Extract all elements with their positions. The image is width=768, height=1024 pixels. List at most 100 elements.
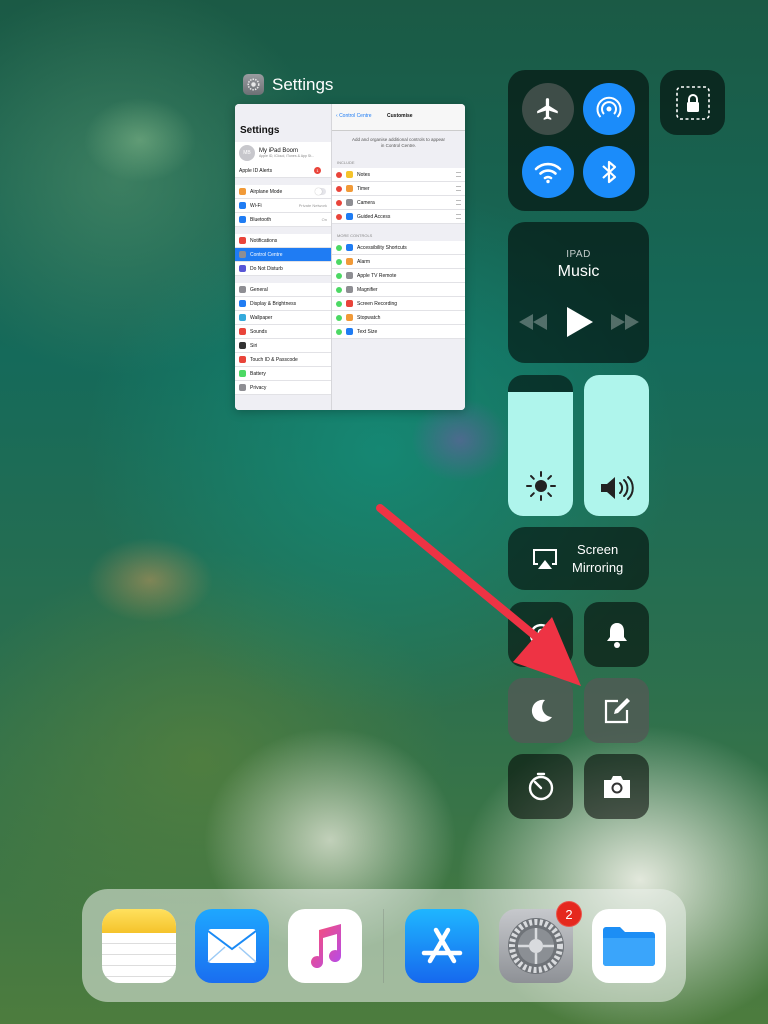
remove-icon[interactable] bbox=[336, 171, 342, 178]
reorder-handle-icon[interactable] bbox=[456, 172, 461, 178]
remove-icon[interactable] bbox=[336, 199, 342, 206]
sidebar-item-apple-id-alerts[interactable]: Apple ID Alerts 1 bbox=[235, 164, 331, 178]
mail-app-icon[interactable] bbox=[195, 909, 269, 983]
music-module[interactable]: IPAD Music bbox=[508, 222, 649, 363]
control-row-guided-access[interactable]: Guided Access bbox=[332, 210, 465, 225]
rotation-lock-button[interactable] bbox=[508, 602, 573, 667]
dock: 2 bbox=[82, 889, 686, 1002]
detail-nav-bar: ‹ Control Centre Customise bbox=[332, 104, 465, 131]
sidebar-item-control-centre[interactable]: Control Centre bbox=[235, 248, 331, 262]
music-app-icon[interactable] bbox=[288, 909, 362, 983]
settings-app-icon bbox=[243, 74, 264, 95]
orientation-lock-tile[interactable] bbox=[660, 70, 725, 135]
add-icon[interactable] bbox=[336, 244, 342, 251]
settings-sidebar: Settings MB My iPad Boom Apple ID, iClou… bbox=[235, 104, 332, 410]
sidebar-item-battery[interactable]: Battery bbox=[235, 367, 331, 381]
wallpaper-icon bbox=[239, 314, 246, 321]
remove-icon[interactable] bbox=[336, 185, 342, 192]
add-icon[interactable] bbox=[336, 300, 342, 307]
add-icon[interactable] bbox=[336, 272, 342, 279]
control-row-apple-tv-remote[interactable]: Apple TV Remote bbox=[332, 269, 465, 284]
magnifier-icon bbox=[346, 286, 353, 294]
sidebar-item-do-not-disturb[interactable]: Do Not Disturb bbox=[235, 262, 331, 276]
timer-icon bbox=[528, 772, 553, 800]
sidebar-item-display-brightness[interactable]: Display & Brightness bbox=[235, 297, 331, 311]
airdrop-button[interactable] bbox=[583, 83, 635, 135]
app-switcher-title: Settings bbox=[272, 74, 334, 94]
control-row-label: Alarm bbox=[357, 258, 371, 265]
airplane-mode-button[interactable] bbox=[522, 83, 574, 135]
profile-subtitle: Apple ID, iCloud, iTunes & App St... bbox=[259, 154, 315, 158]
reorder-handle-icon[interactable] bbox=[456, 200, 461, 206]
sidebar-item-wi-fi[interactable]: Wi-Fi Private Network bbox=[235, 199, 331, 213]
sidebar-title: Settings bbox=[240, 125, 280, 136]
control-row-notes[interactable]: Notes bbox=[332, 168, 465, 183]
notes-button[interactable] bbox=[584, 678, 649, 743]
screen-mirroring-label-1: Screen bbox=[577, 541, 619, 557]
reorder-handle-icon[interactable] bbox=[456, 186, 461, 192]
settings-app-card[interactable]: Settings MB My iPad Boom Apple ID, iClou… bbox=[235, 104, 465, 410]
airplane-toggle[interactable] bbox=[315, 188, 326, 195]
sidebar-item-privacy[interactable]: Privacy bbox=[235, 381, 331, 395]
sidebar-item-airplane-mode[interactable]: Airplane Mode bbox=[235, 185, 331, 199]
camera-button[interactable] bbox=[584, 754, 649, 819]
rewind-icon[interactable] bbox=[518, 314, 547, 330]
timer-button[interactable] bbox=[508, 754, 573, 819]
fast-forward-icon[interactable] bbox=[610, 314, 639, 330]
profile-row[interactable]: MB My iPad Boom Apple ID, iCloud, iTunes… bbox=[235, 142, 331, 164]
control-row-timer[interactable]: Timer bbox=[332, 182, 465, 197]
include-header: INCLUDE bbox=[337, 160, 355, 166]
sidebar-item-label: Airplane Mode bbox=[250, 188, 283, 195]
control-row-label: Accessibility Shortcuts bbox=[357, 244, 407, 251]
sidebar-item-label: Siri bbox=[250, 342, 258, 349]
sidebar-item-siri[interactable]: Siri bbox=[235, 339, 331, 353]
back-button[interactable]: ‹ Control Centre bbox=[336, 113, 372, 119]
silent-mode-button[interactable] bbox=[584, 602, 649, 667]
reorder-handle-icon[interactable] bbox=[456, 214, 461, 220]
alarm-icon bbox=[346, 258, 353, 266]
speaker-icon bbox=[600, 476, 634, 500]
control-row-camera[interactable]: Camera bbox=[332, 196, 465, 211]
remove-icon[interactable] bbox=[336, 213, 342, 220]
add-icon[interactable] bbox=[336, 314, 342, 321]
control-row-label: Screen Recording bbox=[357, 300, 398, 307]
add-icon[interactable] bbox=[336, 258, 342, 265]
settings-badge: 2 bbox=[556, 901, 582, 927]
apple-tv-remote-icon bbox=[346, 272, 353, 280]
control-row-alarm[interactable]: Alarm bbox=[332, 255, 465, 270]
control-row-text-size[interactable]: Text Size bbox=[332, 325, 465, 340]
brightness-slider[interactable] bbox=[508, 375, 573, 516]
wifi-icon bbox=[534, 162, 562, 184]
app-store-app-icon[interactable] bbox=[405, 909, 479, 983]
play-icon[interactable] bbox=[565, 307, 593, 337]
wi-fi-icon bbox=[239, 202, 246, 209]
airplane-mode-icon bbox=[239, 188, 246, 195]
sidebar-item-general[interactable]: General bbox=[235, 283, 331, 297]
sidebar-item-sounds[interactable]: Sounds bbox=[235, 325, 331, 339]
sidebar-item-touch-id-passcode[interactable]: Touch ID & Passcode bbox=[235, 353, 331, 367]
sidebar-item-notifications[interactable]: Notifications bbox=[235, 234, 331, 248]
wifi-button[interactable] bbox=[522, 146, 574, 198]
settings-dock-icon[interactable]: 2 bbox=[499, 901, 582, 983]
brightness-icon bbox=[525, 471, 556, 501]
control-row-magnifier[interactable]: Magnifier bbox=[332, 283, 465, 298]
airdrop-icon bbox=[596, 96, 622, 118]
add-icon[interactable] bbox=[336, 328, 342, 335]
sidebar-item-bluetooth[interactable]: Bluetooth On bbox=[235, 213, 331, 227]
bluetooth-button[interactable] bbox=[583, 146, 635, 198]
sidebar-item-label: Notifications bbox=[250, 237, 278, 244]
sidebar-item-wallpaper[interactable]: Wallpaper bbox=[235, 311, 331, 325]
volume-slider[interactable] bbox=[584, 375, 649, 516]
notes-app-icon[interactable] bbox=[102, 909, 176, 983]
files-app-icon[interactable] bbox=[592, 909, 666, 983]
app-switcher-label[interactable]: Settings bbox=[243, 74, 333, 95]
control-row-accessibility-shortcuts[interactable]: Accessibility Shortcuts bbox=[332, 241, 465, 256]
add-icon[interactable] bbox=[336, 286, 342, 293]
sidebar-item-label: Bluetooth bbox=[250, 216, 272, 223]
screen-mirroring-button[interactable]: Screen Mirroring bbox=[508, 527, 649, 590]
control-row-stopwatch[interactable]: Stopwatch bbox=[332, 311, 465, 326]
do-not-disturb-icon bbox=[239, 265, 246, 272]
do-not-disturb-button[interactable] bbox=[508, 678, 573, 743]
camera-icon bbox=[603, 775, 630, 798]
control-row-screen-recording[interactable]: Screen Recording bbox=[332, 297, 465, 312]
